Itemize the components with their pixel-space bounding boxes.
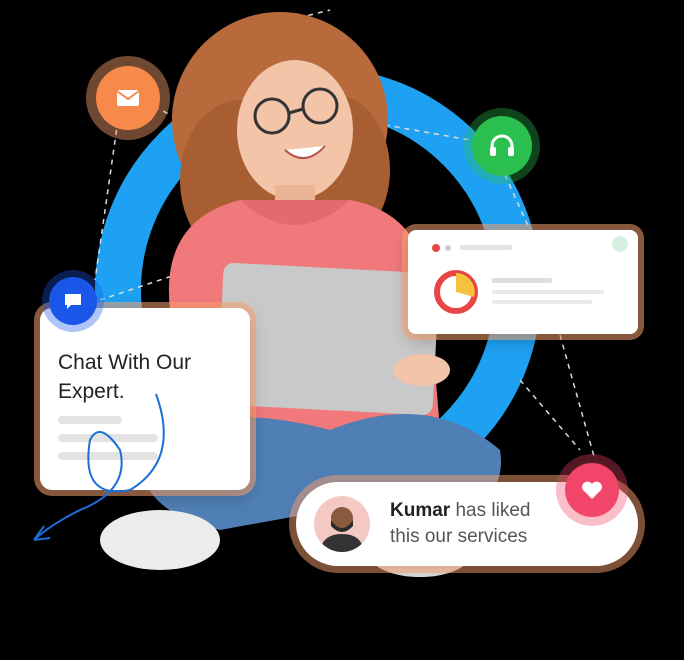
mail-icon bbox=[116, 90, 140, 106]
avatar-person bbox=[320, 507, 364, 552]
headset-icon bbox=[490, 134, 514, 156]
mail-bubble[interactable] bbox=[86, 56, 170, 140]
scribble-arrow bbox=[33, 393, 165, 541]
heart-bubble-inner bbox=[565, 463, 619, 517]
report-card bbox=[408, 230, 638, 334]
support-bubble[interactable] bbox=[464, 108, 540, 184]
report-card-graphic bbox=[432, 236, 628, 314]
chat-bubble-icon bbox=[65, 294, 81, 309]
donut-chart-icon bbox=[434, 270, 478, 314]
chat-bubble-inner bbox=[49, 277, 97, 325]
hero-illustration: Chat With Our Expert. Kumar has liked th… bbox=[0, 0, 684, 660]
avatar bbox=[314, 496, 370, 552]
heart-bubble[interactable] bbox=[556, 454, 628, 526]
chat-title-line1: Chat With Our bbox=[58, 351, 192, 374]
notification-line1: Kumar has liked bbox=[390, 498, 530, 524]
support-bubble-inner bbox=[472, 116, 532, 176]
mail-bubble-inner bbox=[96, 66, 160, 130]
notification-line1-rest: has liked bbox=[450, 500, 531, 521]
notification-text: Kumar has liked this our services bbox=[390, 498, 530, 550]
notification-name: Kumar bbox=[390, 500, 451, 521]
notification-line2: this our services bbox=[390, 526, 528, 547]
chat-bubble[interactable] bbox=[42, 270, 104, 332]
heart-icon bbox=[582, 481, 602, 499]
